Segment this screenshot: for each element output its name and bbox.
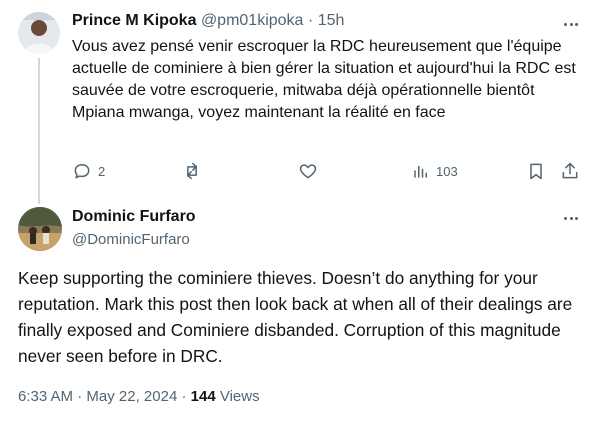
reply-more-icon[interactable] <box>560 16 582 32</box>
reply-text: Vous avez pensé venir escroquer la RDC h… <box>72 38 576 121</box>
repost-icon <box>187 162 197 180</box>
reply-header: Prince M Kipoka @pm01kipoka · 15h <box>72 12 344 30</box>
like-icon <box>299 164 317 179</box>
meta-separator: · <box>77 388 83 405</box>
views-count: 103 <box>436 163 458 179</box>
main-views-count: 144 <box>190 388 216 405</box>
main-handle[interactable]: @DominicFurfaro <box>72 231 190 248</box>
main-avatar[interactable] <box>18 207 62 251</box>
main-display-name[interactable]: Dominic Furfaro <box>72 208 196 226</box>
avatar[interactable] <box>18 12 60 54</box>
share-button[interactable] <box>560 160 580 182</box>
bookmark-icon <box>530 163 542 180</box>
main-tweet-text: Keep supporting the cominiere thieves. D… <box>18 268 573 366</box>
views-button[interactable]: 103 <box>412 160 458 182</box>
reply-handle[interactable]: @pm01kipoka <box>201 12 304 29</box>
main-views-label: Views <box>219 388 260 405</box>
repost-button[interactable] <box>182 160 208 182</box>
reply-count: 2 <box>98 163 106 179</box>
main-more-icon[interactable] <box>560 210 582 226</box>
views-icon <box>414 165 427 178</box>
tweet-meta: 6:33 AM · May 22, 2024 · 144 Views <box>18 388 260 405</box>
reply-icon <box>74 164 90 179</box>
reply-time[interactable]: 15h <box>318 12 345 29</box>
like-button[interactable] <box>298 160 324 182</box>
reply-separator: · <box>307 12 314 29</box>
tweet-time[interactable]: 6:33 AM <box>18 388 73 405</box>
reply-button[interactable]: 2 <box>72 160 105 182</box>
reply-display-name[interactable]: Prince M Kipoka <box>72 12 196 29</box>
thread-line <box>38 58 40 204</box>
bookmark-button[interactable] <box>526 160 546 182</box>
share-icon <box>562 162 578 179</box>
meta-separator-2: · <box>181 388 187 405</box>
tweet-date[interactable]: May 22, 2024 <box>86 388 177 405</box>
